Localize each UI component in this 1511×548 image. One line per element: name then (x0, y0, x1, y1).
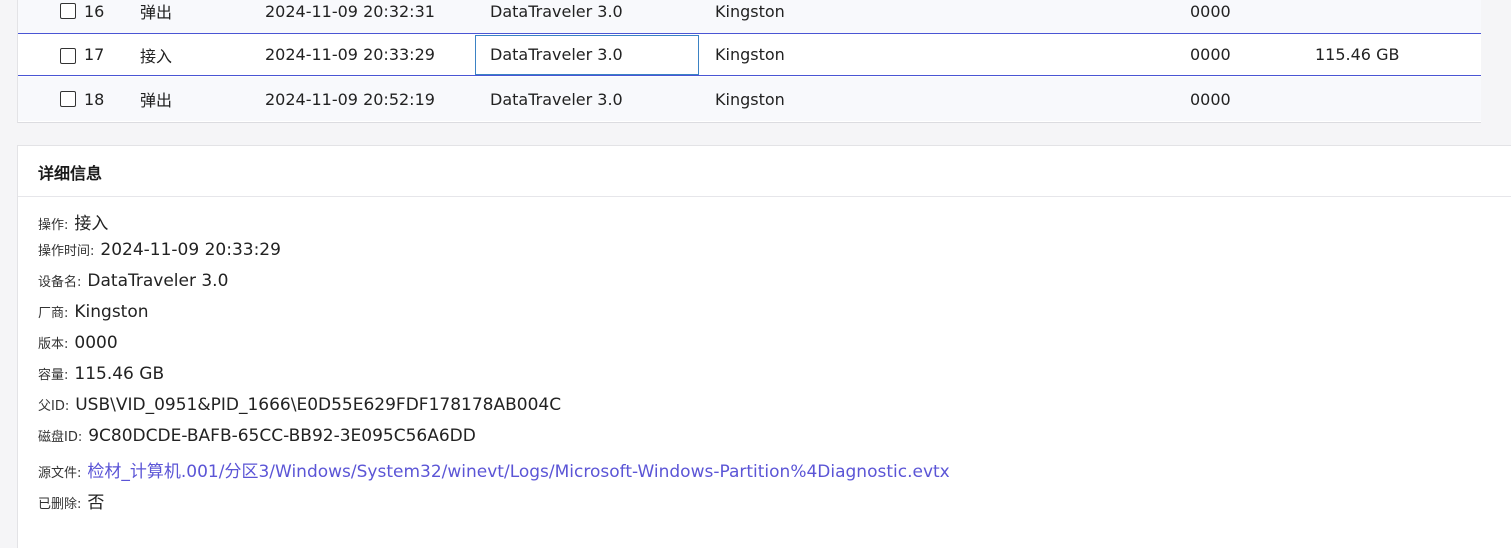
field-value: 9C80DCDE-BAFB-65CC-BB92-3E095C56A6DD (88, 426, 476, 446)
row-checkbox[interactable] (60, 48, 76, 64)
row-device: DataTraveler 3.0 (490, 45, 623, 64)
detail-deleted: 已删除: 否 (38, 488, 104, 513)
table-row-selected[interactable]: 17 接入 2024-11-09 20:33:29 DataTraveler 3… (18, 33, 1481, 76)
field-value: 否 (87, 493, 105, 513)
detail-op-time: 操作时间: 2024-11-09 20:33:29 (38, 240, 281, 260)
row-vendor: Kingston (715, 89, 785, 109)
detail-capacity: 容量: 115.46 GB (38, 364, 164, 384)
table-row[interactable]: 18 弹出 2024-11-09 20:52:19 DataTraveler 3… (18, 77, 1481, 121)
field-label: 厂商: (38, 306, 69, 321)
row-number: 16 (84, 1, 105, 21)
row-checkbox[interactable] (60, 3, 76, 19)
row-time: 2024-11-09 20:33:29 (265, 45, 435, 64)
detail-operation: 操作: 接入 (38, 209, 108, 234)
field-value: Kingston (74, 302, 149, 322)
detail-source-file: 源文件: 检材_计算机.001/分区3/Windows/System32/win… (38, 457, 950, 482)
field-label: 容量: (38, 368, 69, 383)
detail-disk-id: 磁盘ID: 9C80DCDE-BAFB-65CC-BB92-3E095C56A6… (38, 426, 476, 446)
row-version: 0000 (1190, 1, 1231, 21)
detail-version: 版本: 0000 (38, 333, 118, 353)
detail-title: 详细信息 (38, 164, 103, 183)
detail-panel: 详细信息 操作: 接入 操作时间: 2024-11-09 20:33:29 设备… (17, 145, 1511, 548)
row-vendor: Kingston (715, 1, 785, 21)
row-capacity: 115.46 GB (1315, 45, 1400, 64)
field-value: 2024-11-09 20:33:29 (100, 240, 281, 260)
detail-device-name: 设备名: DataTraveler 3.0 (38, 271, 228, 291)
divider (18, 196, 1511, 197)
table-row[interactable]: 16 弹出 2024-11-09 20:32:31 DataTraveler 3… (18, 0, 1481, 33)
row-time: 2024-11-09 20:32:31 (265, 1, 435, 21)
row-operation: 弹出 (140, 3, 173, 22)
field-label: 版本: (38, 337, 69, 352)
field-label: 操作时间: (38, 244, 95, 259)
row-vendor: Kingston (715, 45, 785, 64)
usb-event-table: 16 弹出 2024-11-09 20:32:31 DataTraveler 3… (17, 0, 1481, 123)
row-checkbox[interactable] (60, 91, 76, 107)
field-value: 接入 (74, 214, 109, 234)
detail-parent-id: 父ID: USB\VID_0951&PID_1666\E0D55E629FDF1… (38, 395, 561, 415)
row-time: 2024-11-09 20:52:19 (265, 89, 435, 109)
row-device: DataTraveler 3.0 (490, 89, 623, 109)
row-operation: 接入 (140, 46, 173, 66)
detail-vendor: 厂商: Kingston (38, 302, 149, 322)
row-version: 0000 (1190, 89, 1231, 109)
field-label: 操作: (38, 218, 69, 233)
source-file-link[interactable]: 检材_计算机.001/分区3/Windows/System32/winevt/L… (87, 457, 949, 482)
field-label: 已删除: (38, 497, 82, 512)
field-value: USB\VID_0951&PID_1666\E0D55E629FDF178178… (75, 395, 562, 415)
field-label: 父ID: (38, 399, 70, 414)
field-label: 源文件: (38, 466, 82, 481)
field-value: DataTraveler 3.0 (87, 271, 229, 291)
field-label: 磁盘ID: (38, 430, 83, 445)
row-operation: 弹出 (140, 91, 173, 110)
row-number: 18 (84, 89, 105, 109)
row-version: 0000 (1190, 45, 1231, 64)
row-device: DataTraveler 3.0 (490, 1, 623, 21)
field-value: 0000 (74, 333, 118, 353)
field-value: 115.46 GB (74, 364, 165, 384)
field-label: 设备名: (38, 275, 82, 290)
row-number: 17 (84, 45, 105, 64)
